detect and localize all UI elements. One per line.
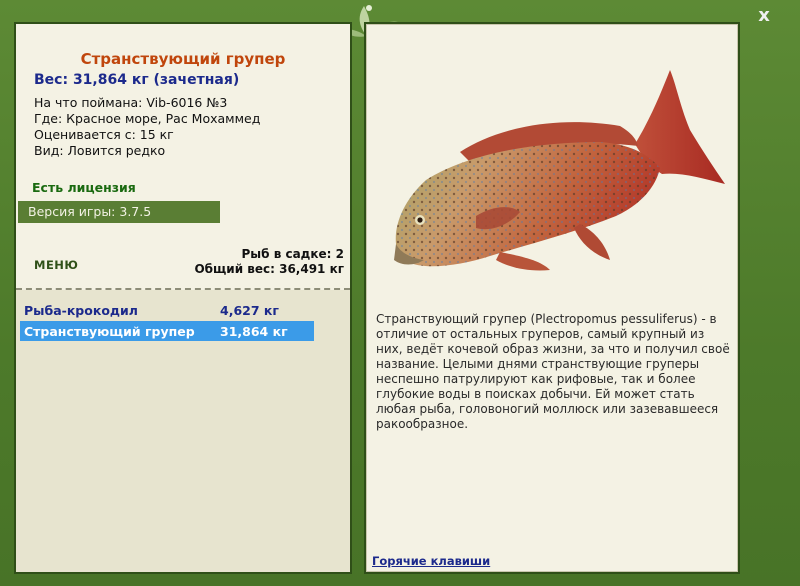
catch-weight: 4,627 кг [220, 303, 279, 318]
catch-name: Странствующий групер [24, 324, 195, 339]
cage-total-weight: Общий вес: 36,491 кг [194, 262, 344, 276]
catch-weight: 31,864 кг [220, 324, 288, 339]
rated-info: Оценивается с: 15 кг [34, 127, 174, 142]
game-window-frame: x Странствующий групер Вес: 31,864 кг (з… [0, 0, 800, 586]
catch-list-item[interactable]: Рыба-крокодил 4,627 кг [20, 300, 314, 320]
version-bar: Версия игры: 3.7.5 [18, 201, 220, 223]
fish-weight: Вес: 31,864 кг (зачетная) [34, 72, 240, 88]
license-status: Есть лицензия [32, 180, 136, 195]
catch-info-panel: Странствующий групер Вес: 31,864 кг (зач… [14, 22, 352, 574]
kind-info: Вид: Ловится редко [34, 143, 166, 158]
grouper-fish-image [394, 70, 725, 271]
close-button[interactable]: x [752, 4, 776, 28]
fish-description-panel: Странствующий групер (Plectropomus pessu… [364, 22, 740, 574]
fish-info-section: Странствующий групер Вес: 31,864 кг (зач… [16, 24, 350, 290]
menu-button[interactable]: МЕНЮ [34, 258, 78, 272]
place-info: Где: Красное море, Рас Мохаммед [34, 111, 261, 126]
hotkeys-link[interactable]: Горячие клавиши [372, 554, 490, 568]
cage-fish-count: Рыб в садке: 2 [241, 247, 345, 261]
lure-info: На что поймана: Vib-6016 №3 [34, 95, 228, 110]
catch-list: Рыба-крокодил 4,627 кг Странствующий гру… [16, 290, 350, 572]
fish-description-text: Странствующий групер (Plectropomus pessu… [376, 312, 730, 431]
fish-title: Странствующий групер [80, 50, 286, 68]
close-icon[interactable]: x [758, 5, 770, 26]
catch-list-item-selected[interactable]: Странствующий групер 31,864 кг [20, 321, 314, 341]
catch-name: Рыба-крокодил [24, 303, 138, 318]
